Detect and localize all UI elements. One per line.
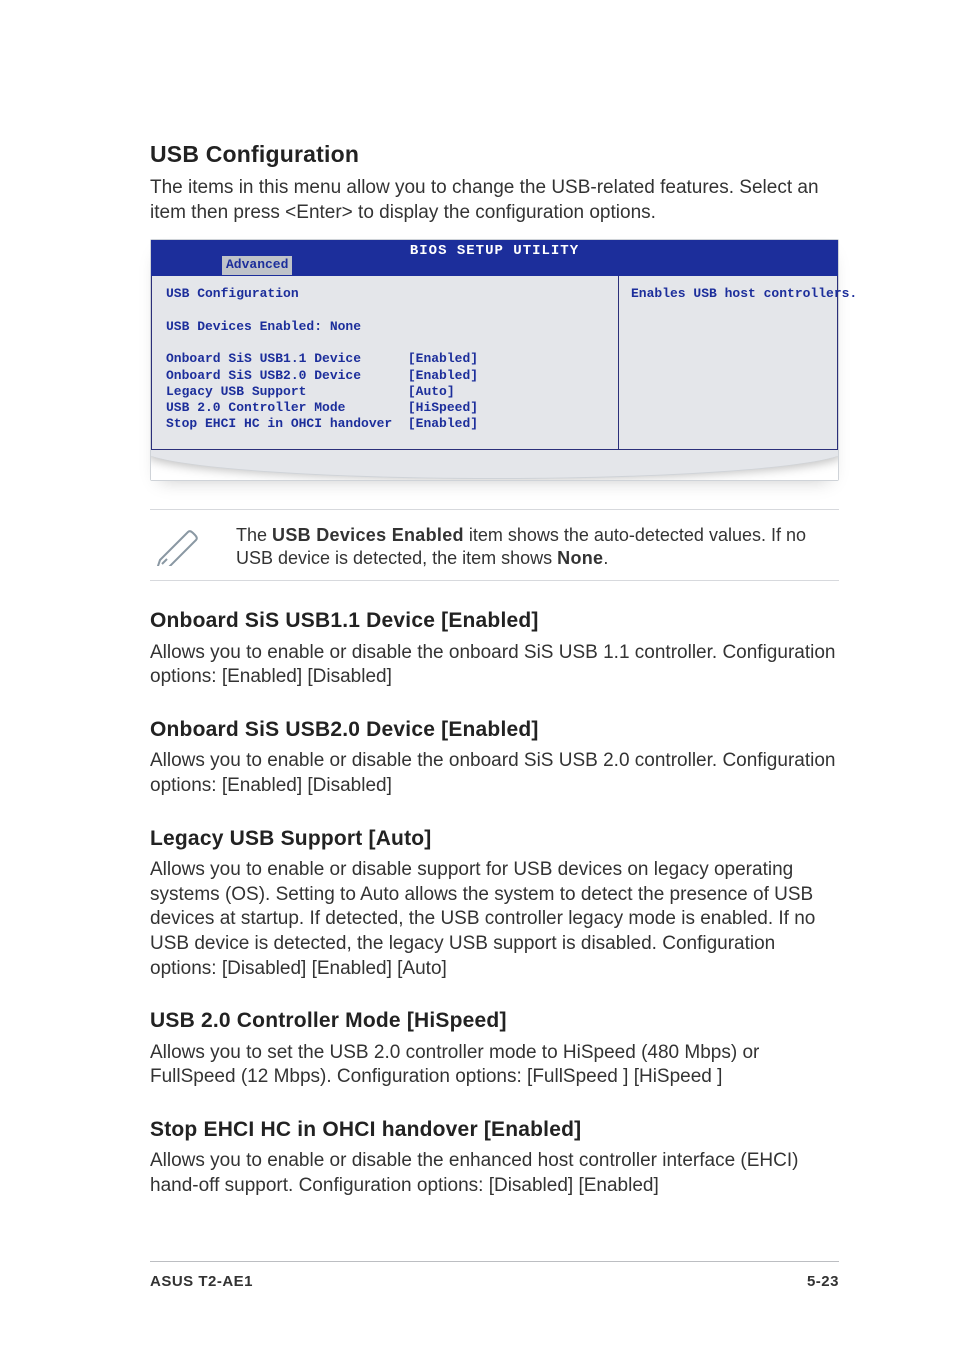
note-suffix: . <box>603 548 608 568</box>
bios-usb-devices-line: USB Devices Enabled: None <box>166 319 604 335</box>
note-text: The USB Devices Enabled item shows the a… <box>236 520 839 571</box>
intro-paragraph: The items in this menu allow you to chan… <box>150 176 839 225</box>
note-bold-1: USB Devices Enabled <box>272 525 464 545</box>
footer-right: 5-23 <box>807 1272 839 1292</box>
page-title: USB Configuration <box>150 140 839 170</box>
note-bold-2: None <box>557 548 603 568</box>
note-callout: The USB Devices Enabled item shows the a… <box>150 509 839 582</box>
bios-item-row[interactable]: Onboard SiS USB2.0 Device [Enabled] <box>166 368 604 384</box>
bios-item-row[interactable]: Stop EHCI HC in OHCI handover [Enabled] <box>166 416 604 432</box>
bios-help-text: Enables USB host controllers. <box>631 286 825 302</box>
bios-main-panel: USB Configuration USB Devices Enabled: N… <box>151 276 618 449</box>
pencil-note-icon <box>150 520 206 570</box>
section-body: Allows you to enable or disable the onbo… <box>150 641 839 690</box>
bios-section-heading: USB Configuration <box>166 286 604 302</box>
bios-page-curl <box>151 450 838 480</box>
section-body: Allows you to enable or disable the enha… <box>150 1149 839 1198</box>
section-body: Allows you to enable or disable support … <box>150 858 839 981</box>
bios-item-row[interactable]: Legacy USB Support [Auto] <box>166 384 604 400</box>
bios-screenshot: BIOS SETUP UTILITY Advanced USB Configur… <box>150 239 839 480</box>
bios-item-row[interactable]: Onboard SiS USB1.1 Device [Enabled] <box>166 351 604 367</box>
footer-left: ASUS T2-AE1 <box>150 1272 253 1292</box>
bios-item-row[interactable]: USB 2.0 Controller Mode [HiSpeed] <box>166 400 604 416</box>
section-heading: Legacy USB Support [Auto] <box>150 825 839 852</box>
page-footer: ASUS T2-AE1 5-23 <box>150 1261 839 1292</box>
section-heading: USB 2.0 Controller Mode [HiSpeed] <box>150 1007 839 1034</box>
bios-header: BIOS SETUP UTILITY Advanced <box>151 240 838 276</box>
section-heading: Onboard SiS USB2.0 Device [Enabled] <box>150 716 839 743</box>
section-body: Allows you to set the USB 2.0 controller… <box>150 1041 839 1090</box>
section-body: Allows you to enable or disable the onbo… <box>150 749 839 798</box>
section-heading: Onboard SiS USB1.1 Device [Enabled] <box>150 607 839 634</box>
bios-help-panel: Enables USB host controllers. <box>618 276 838 449</box>
bios-tab-advanced: Advanced <box>221 255 293 276</box>
section-heading: Stop EHCI HC in OHCI handover [Enabled] <box>150 1116 839 1143</box>
note-prefix: The <box>236 525 272 545</box>
